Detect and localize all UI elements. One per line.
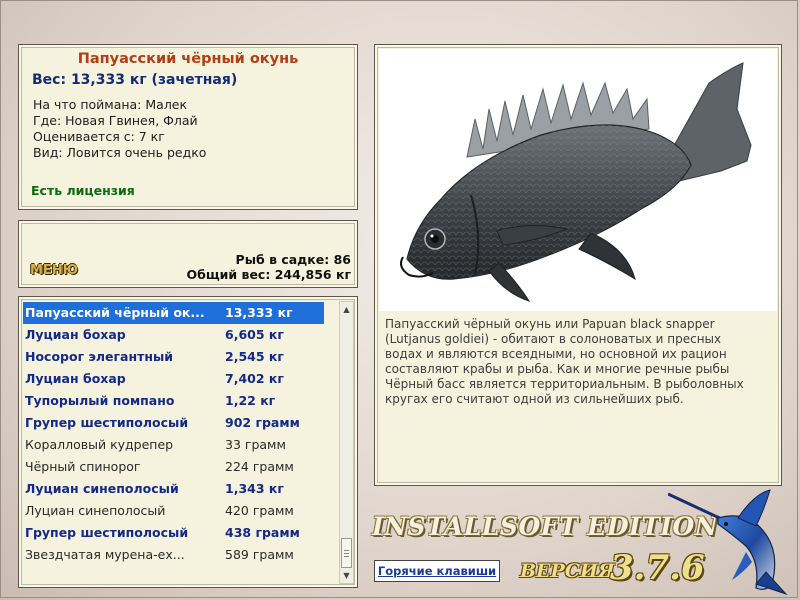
catch-fish-weight: 6,605 кг [225,327,284,342]
catch-list-item[interactable]: Носорог элегантный 2,545 кг [23,346,324,368]
edition-logo: INSTALLSOFT EDITION [372,512,719,541]
catch-list-item[interactable]: Групер шестиполосый 438 грамм [23,522,324,544]
catch-fish-weight: 13,333 кг [225,305,293,320]
catch-list-item[interactable]: Групер шестиполосый 902 грамм [23,412,324,434]
fish-weight: Вес: 13,333 кг (зачетная) [32,72,238,88]
fish-photo-panel: Папуасский чёрный окунь или Papuan black… [374,44,782,486]
catch-fish-name: Тупорылый помпано [25,393,175,408]
catch-list: Папуасский чёрный ок... 13,333 кг Луциан … [23,302,324,566]
catch-fish-weight: 1,22 кг [225,393,276,408]
catch-list-item[interactable]: Тупорылый помпано 1,22 кг [23,390,324,412]
catch-fish-name: Групер шестиполосый [25,525,189,540]
catch-fish-name: Носорог элегантный [25,349,174,364]
catch-fish-weight: 7,402 кг [225,371,284,386]
fish-description: Папуасский чёрный окунь или Papuan black… [385,317,744,406]
catch-fish-name: Звездчатая мурена-ех... [25,547,185,562]
hotkeys-button[interactable]: Горячие клавиши [374,560,500,582]
marlin-logo-icon [668,489,788,596]
black-bass-fish-icon [400,62,752,302]
catch-fish-name: Папуасский чёрный ок... [25,305,205,320]
grip-line [344,550,349,551]
catch-list-item[interactable]: Луциан бохар 7,402 кг [23,368,324,390]
scrollbar-thumb[interactable] [341,538,352,568]
catch-fish-weight: 33 грамм [225,437,286,452]
catch-list-scrollbar[interactable]: ▲ ▼ [339,301,354,584]
catch-list-item[interactable]: Луциан бохар 6,605 кг [23,324,324,346]
catch-list-item[interactable]: Папуасский чёрный ок... 13,333 кг [23,302,324,324]
bait-info: На что поймана: Малек [33,97,188,112]
menu-panel: МЕНЮ Рыб в садке: 86 Общий вес: 244,856 … [18,220,358,288]
catch-fish-name: Чёрный спинорог [25,459,141,474]
catch-fish-weight: 420 грамм [225,503,294,518]
catch-fish-weight: 1,343 кг [225,481,284,496]
version-label: ВЕРСИЯ [520,560,615,582]
catch-list-item[interactable]: Коралловый кудрепер 33 грамм [23,434,324,456]
menu-button[interactable]: МЕНЮ [30,263,78,278]
license-status: Есть лицензия [31,183,135,198]
catch-fish-weight: 2,545 кг [225,349,284,364]
catch-list-panel: Папуасский чёрный ок... 13,333 кг Луциан … [18,296,358,588]
grip-line [344,556,349,557]
scroll-down-arrow-icon[interactable]: ▼ [340,568,353,583]
keepnet-count: Рыб в садке: 86 [235,252,351,267]
scroll-up-arrow-icon[interactable]: ▲ [340,302,353,317]
rarity-info: Вид: Ловится очень редко [33,145,207,160]
catch-fish-weight: 224 грамм [225,459,294,474]
catch-fish-name: Луциан бохар [25,371,126,386]
location-info: Где: Новая Гвинея, Флай [33,113,198,128]
catch-fish-weight: 438 грамм [225,525,300,540]
catch-fish-name: Луциан синеполосый [25,481,179,496]
catch-fish-weight: 589 грамм [225,547,294,562]
catch-fish-weight: 902 грамм [225,415,300,430]
fish-photo [379,49,777,311]
catch-list-item[interactable]: Чёрный спинорог 224 грамм [23,456,324,478]
grip-line [344,553,349,554]
catch-list-item[interactable]: Луциан синеполосый 1,343 кг [23,478,324,500]
catch-fish-name: Луциан синеполосый [25,503,166,518]
valuation-info: Оценивается с: 7 кг [33,129,165,144]
fish-title: Папуасский чёрный окунь [77,51,299,67]
catch-list-item[interactable]: Звездчатая мурена-ех... 589 грамм [23,544,324,566]
catch-fish-name: Групер шестиполосый [25,415,189,430]
catch-fish-name: Коралловый кудрепер [25,437,174,452]
keepnet-total-weight: Общий вес: 244,856 кг [186,267,352,282]
catch-fish-name: Луциан бохар [25,327,126,342]
fish-info-panel: Папуасский чёрный окунь Вес: 13,333 кг (… [18,44,358,210]
catch-list-item[interactable]: Луциан синеполосый 420 грамм [23,500,324,522]
